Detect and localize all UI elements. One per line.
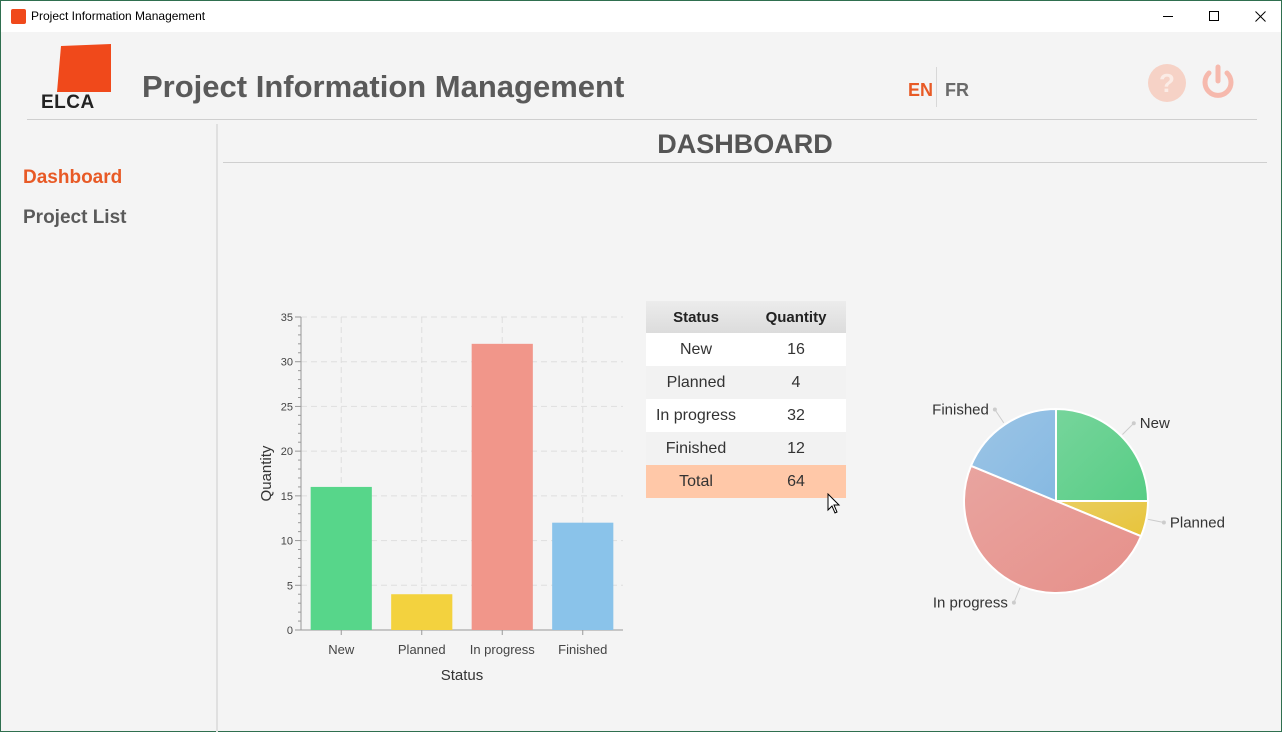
- table-row[interactable]: New 16: [646, 333, 846, 366]
- bar-in-progress: [471, 343, 533, 630]
- app-icon: [11, 9, 26, 24]
- pie-label-dot: [1161, 520, 1166, 525]
- total-label-cell: Total: [679, 472, 713, 490]
- x-axis-label: Status: [441, 667, 484, 684]
- status-cell: In progress: [655, 406, 737, 424]
- sidebar-item-dashboard[interactable]: Dashboard: [23, 167, 122, 189]
- y-tick-label: 25: [281, 401, 293, 413]
- pie-label-line: [1148, 518, 1164, 523]
- quantity-cell: 16: [787, 340, 805, 358]
- pie-label-dot: [1131, 421, 1136, 426]
- pie-label: Planned: [1170, 514, 1225, 531]
- status-cell: Planned: [666, 373, 726, 391]
- close-icon: [1254, 11, 1266, 22]
- status-cell: Finished: [665, 439, 727, 457]
- total-quantity-cell: 64: [787, 472, 805, 490]
- sidebar-divider: [216, 124, 218, 732]
- language-en[interactable]: EN: [908, 80, 933, 101]
- power-icon[interactable]: [1198, 63, 1238, 103]
- table-row[interactable]: Planned 4: [646, 366, 846, 399]
- y-tick-label: 0: [287, 625, 293, 637]
- app-title: Project Information Management: [142, 69, 625, 104]
- close-button[interactable]: [1237, 1, 1282, 32]
- bar-planned: [391, 594, 453, 630]
- x-tick-label: Finished: [558, 642, 607, 657]
- pie-label-line: [994, 409, 1005, 424]
- y-tick-label: 30: [281, 357, 293, 369]
- x-tick-label: New: [328, 642, 355, 657]
- y-tick-label: 20: [281, 446, 293, 458]
- x-tick-label: In progress: [470, 642, 536, 657]
- column-header-quantity[interactable]: Quantity: [746, 309, 846, 326]
- title-divider: [223, 162, 1267, 163]
- window-title: Project Information Management: [31, 9, 206, 23]
- logo-shape-icon: [57, 44, 111, 92]
- quantity-cell: 4: [791, 373, 801, 391]
- pie-label: Finished: [932, 402, 989, 419]
- pie-label-dot: [992, 407, 997, 412]
- pie-chart: New Planned In progress Finished: [932, 402, 1225, 612]
- status-cell: New: [679, 340, 712, 358]
- header-divider: [27, 119, 1257, 120]
- y-axis-label: Quantity: [258, 445, 275, 501]
- title-bar: Project Information Management: [1, 1, 1281, 32]
- pie-label: In progress: [933, 595, 1008, 612]
- mouse-cursor-icon: [827, 493, 841, 514]
- table-row[interactable]: Finished 12: [646, 432, 846, 465]
- bar-chart: 0 5 10 15 20 25 30 35 New Planned In progress Finis…: [258, 312, 623, 684]
- logo-text: ELCA: [41, 92, 95, 113]
- y-tick-label: 15: [281, 491, 293, 503]
- sidebar-item-project-list[interactable]: Project List: [23, 207, 126, 229]
- table-total-row[interactable]: Total 64: [646, 465, 846, 498]
- elca-logo: ELCA: [41, 42, 113, 114]
- pie-label: New: [1140, 415, 1170, 432]
- maximize-icon: [1208, 11, 1219, 21]
- pie-label-line: [1013, 587, 1021, 603]
- column-header-status[interactable]: Status: [646, 309, 746, 326]
- language-divider: [936, 67, 937, 107]
- svg-text:?: ?: [1159, 68, 1175, 98]
- table-header: Status Quantity: [646, 301, 846, 333]
- minimize-button[interactable]: [1145, 1, 1191, 32]
- table-row[interactable]: In progress 32: [646, 399, 846, 432]
- page-title: DASHBOARD: [657, 129, 833, 159]
- y-tick-label: 10: [281, 536, 293, 548]
- language-fr[interactable]: FR: [945, 80, 969, 101]
- status-table: Status Quantity New 16 Planned 4 In prog…: [646, 301, 846, 498]
- app-window: Project Information Management ELCA Proj…: [0, 0, 1282, 732]
- bar-new: [310, 486, 372, 630]
- pie-label-dot: [1011, 600, 1016, 605]
- maximize-button[interactable]: [1191, 1, 1237, 32]
- y-tick-label: 35: [281, 312, 293, 324]
- minimize-icon: [1162, 16, 1173, 17]
- bar-finished: [552, 522, 614, 630]
- help-icon[interactable]: ?: [1147, 63, 1187, 103]
- quantity-cell: 32: [787, 406, 805, 424]
- quantity-cell: 12: [787, 439, 805, 457]
- x-tick-label: Planned: [398, 642, 446, 657]
- y-tick-label: 5: [287, 580, 293, 592]
- pie-label-line: [1122, 422, 1135, 435]
